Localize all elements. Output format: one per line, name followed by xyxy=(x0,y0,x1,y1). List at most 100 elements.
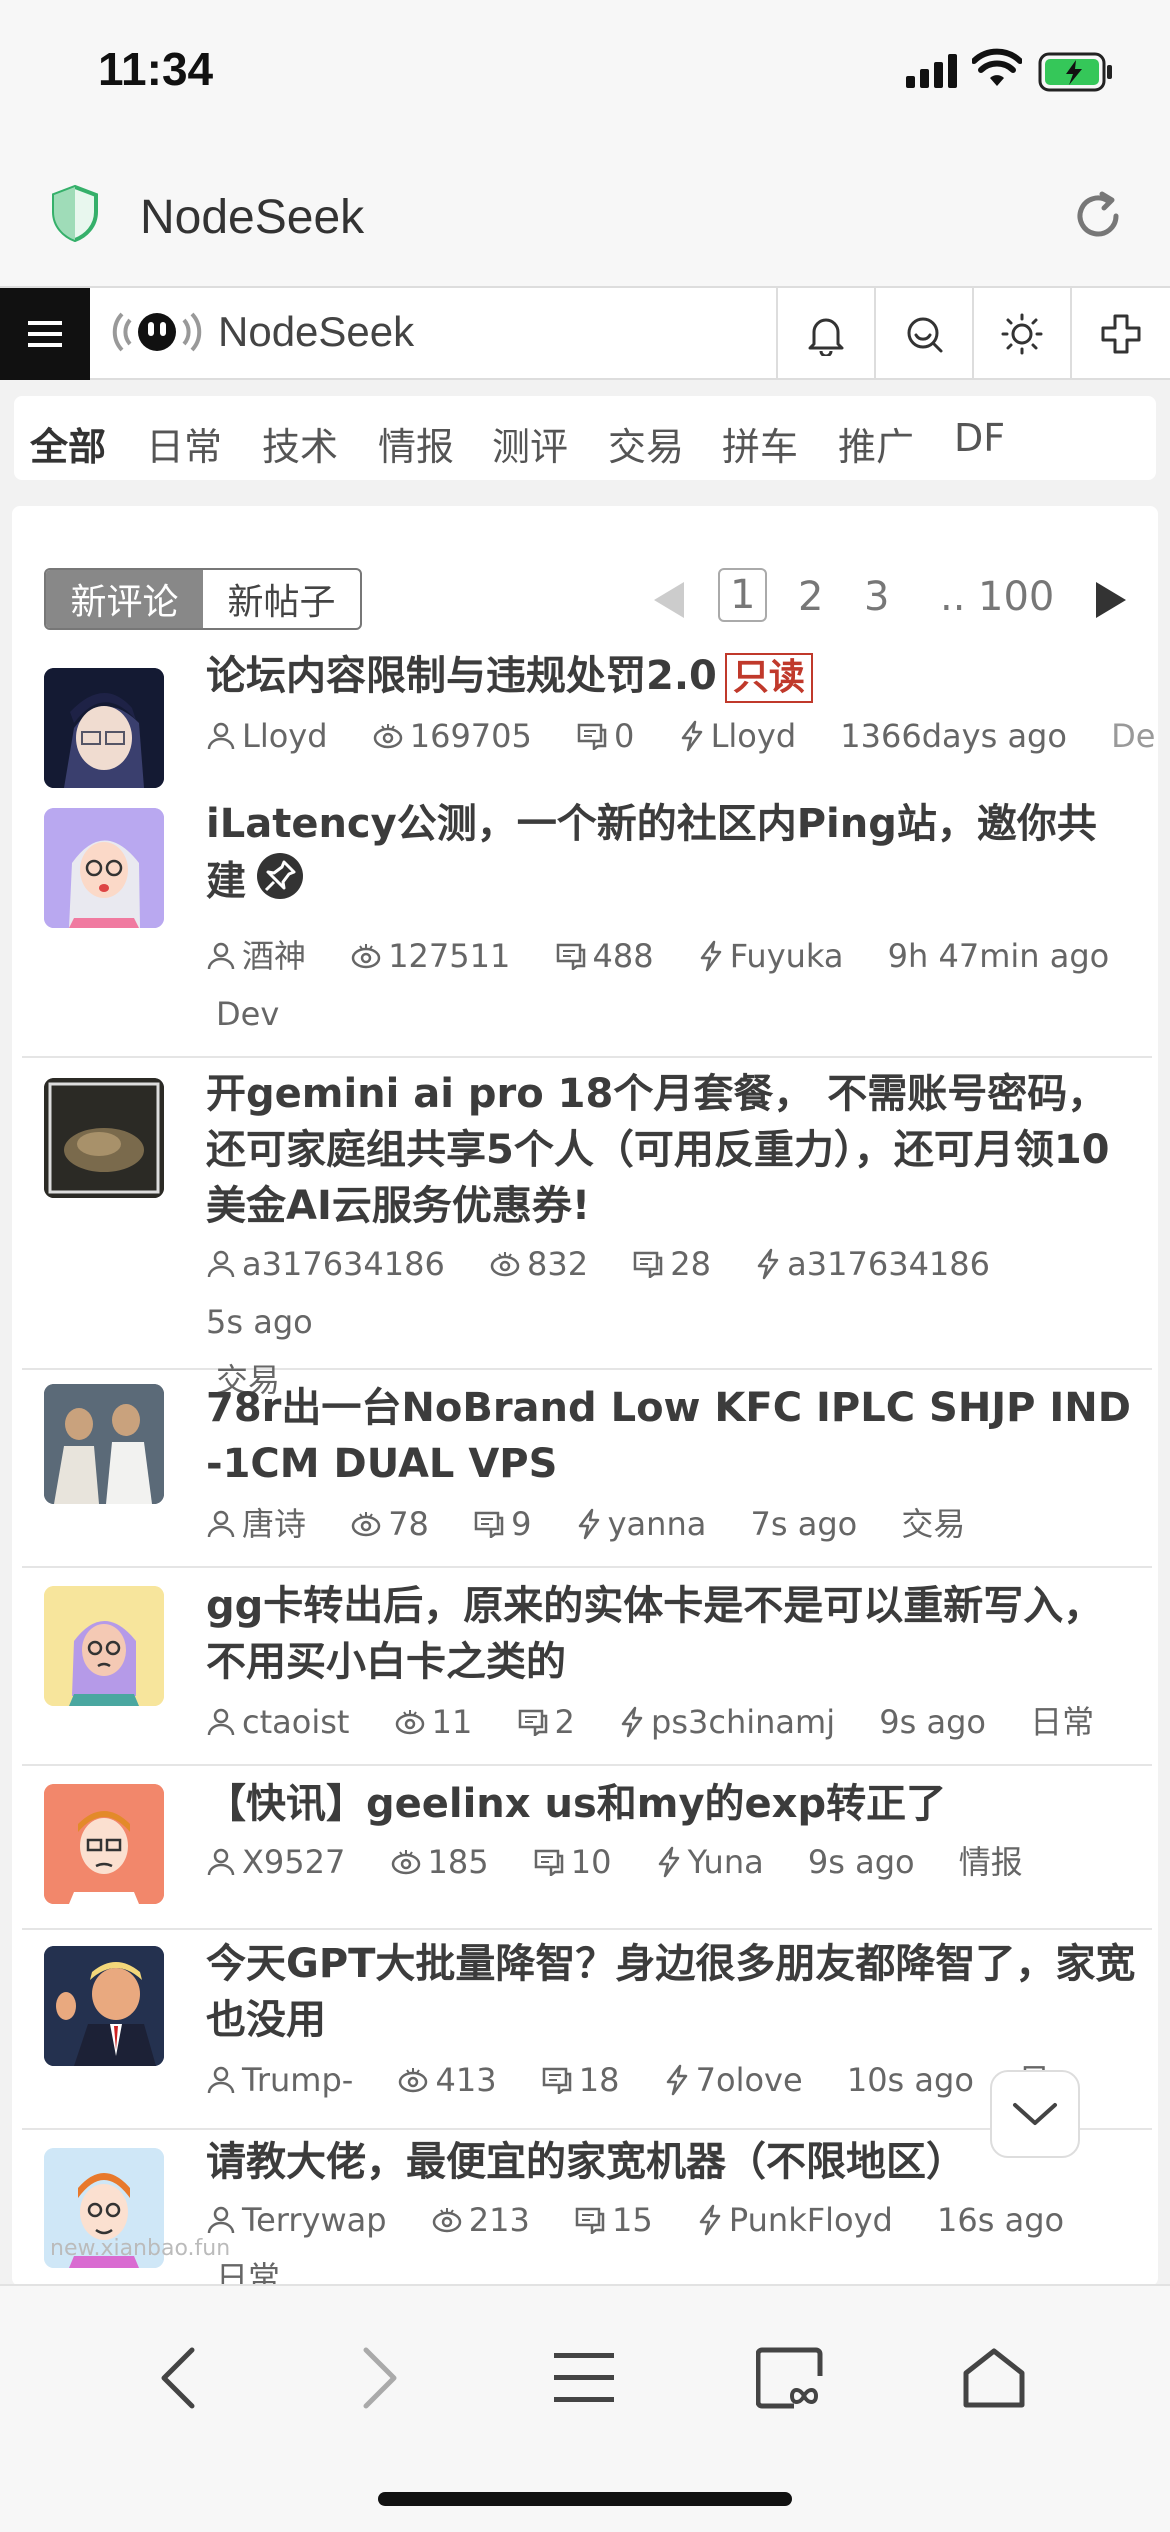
post-category[interactable]: 情报 xyxy=(959,1834,1023,1890)
avatar-photo-icon xyxy=(44,1946,164,2066)
category-daily[interactable]: 日常 xyxy=(146,416,222,471)
category-info[interactable]: 情报 xyxy=(378,416,454,471)
post-last-reply[interactable]: a317634186 xyxy=(787,1236,990,1292)
avatar[interactable] xyxy=(44,1784,164,1904)
bell-icon xyxy=(808,318,844,356)
hamburger-menu-button[interactable] xyxy=(0,288,90,380)
post-category[interactable]: De xyxy=(1111,708,1155,764)
avatar[interactable] xyxy=(44,808,164,928)
avatar-photo-icon xyxy=(44,1384,164,1504)
post-author[interactable]: ctaoist xyxy=(242,1694,349,1750)
post-row[interactable]: 今天GPT大批量降智？身边很多朋友都降智了，家宽也没用 Trump- 413 1… xyxy=(22,1930,1152,2130)
post-author[interactable]: 酒神 xyxy=(242,928,306,984)
pager-next-icon[interactable] xyxy=(1094,580,1128,620)
post-time: 9s ago xyxy=(879,1703,986,1741)
post-author[interactable]: Terrywap xyxy=(242,2192,387,2248)
readonly-badge: 只读 xyxy=(724,653,813,703)
post-title[interactable]: 78r出一台NoBrand Low KFC IPLC SHJP IND -1CM… xyxy=(206,1380,1136,1492)
site-header: NodeSeek xyxy=(0,286,1170,380)
post-row[interactable]: 【快讯】geelinx us和my的exp转正了 X9527 185 10 Yu… xyxy=(22,1766,1152,1930)
avatar-cartoon-icon xyxy=(44,1586,164,1706)
comments-icon xyxy=(556,943,585,972)
post-category[interactable]: 交易 xyxy=(901,1496,965,1552)
sort-tab-new-posts[interactable]: 新帖子 xyxy=(203,570,360,628)
post-row[interactable]: 请教大佬，最便宜的家宽机器（不限地区） Terrywap 213 15 Punk… xyxy=(22,2130,1152,2286)
avatar[interactable] xyxy=(44,1946,164,2066)
category-all[interactable]: 全部 xyxy=(30,416,106,471)
avatar[interactable] xyxy=(44,1078,164,1198)
forward-button[interactable] xyxy=(330,2328,430,2428)
post-last-reply[interactable]: PunkFloyd xyxy=(729,2192,893,2248)
category-promotion[interactable]: 推广 xyxy=(838,416,914,471)
pager-last-page[interactable]: 100 xyxy=(978,574,1054,620)
reload-icon[interactable] xyxy=(1068,186,1128,246)
views-eye-icon xyxy=(399,2068,428,2093)
post-row[interactable]: iLatency公测，一个新的社区内Ping站，邀你共建 酒神 127511 4… xyxy=(22,796,1152,1058)
post-row[interactable]: gg卡转出后，原来的实体卡是不是可以重新写入，不用买小白卡之类的 ctaoist… xyxy=(22,1568,1152,1766)
post-list-panel: 新评论 新帖子 1 2 3 .. 100 论坛内容限制与违规处罚2.0 只读 Ll… xyxy=(12,506,1158,2286)
pager-page-2[interactable]: 2 xyxy=(798,574,823,620)
post-last-reply[interactable]: 7olove xyxy=(696,2052,803,2108)
home-indicator[interactable] xyxy=(378,2492,792,2506)
back-button[interactable] xyxy=(128,2328,228,2428)
tabs-button[interactable] xyxy=(746,2328,846,2428)
post-title[interactable]: 开gemini ai pro 18个月套餐， 不需账号密码，还可家庭组共享5个人… xyxy=(206,1066,1136,1234)
site-logo-text: NodeSeek xyxy=(218,308,415,355)
post-last-reply[interactable]: Yuna xyxy=(688,1834,764,1890)
post-title[interactable]: 【快讯】geelinx us和my的exp转正了 xyxy=(206,1776,1136,1832)
post-author[interactable]: Lloyd xyxy=(242,708,328,764)
scroll-down-button[interactable] xyxy=(990,2070,1080,2158)
post-row[interactable]: 论坛内容限制与违规处罚2.0 只读 Lloyd 169705 0 Lloyd 13… xyxy=(22,648,1155,788)
pager-page-3[interactable]: 3 xyxy=(864,574,889,620)
menu-button[interactable] xyxy=(534,2328,634,2428)
notifications-button[interactable] xyxy=(776,288,874,380)
search-button[interactable] xyxy=(874,288,972,380)
shield-icon[interactable] xyxy=(50,184,100,242)
post-time: 9h 47min ago xyxy=(887,937,1110,975)
post-row[interactable]: 开gemini ai pro 18个月套餐， 不需账号密码，还可家庭组共享5个人… xyxy=(22,1058,1152,1399)
post-title[interactable]: 今天GPT大批量降智？身边很多朋友都降智了，家宽也没用 xyxy=(206,1936,1136,2048)
avatar[interactable] xyxy=(44,1384,164,1504)
home-button[interactable] xyxy=(944,2328,1044,2428)
post-category[interactable]: 日常 xyxy=(1030,1694,1094,1750)
post-author[interactable]: 唐诗 xyxy=(242,1496,306,1552)
avatar[interactable] xyxy=(44,1586,164,1706)
pager-prev-icon[interactable] xyxy=(652,580,686,620)
post-last-reply[interactable]: Lloyd xyxy=(711,708,797,764)
browser-site-name[interactable]: NodeSeek xyxy=(140,190,364,245)
post-last-reply[interactable]: Fuyuka xyxy=(730,928,844,984)
category-review[interactable]: 测评 xyxy=(492,416,568,471)
site-logo[interactable]: NodeSeek xyxy=(112,302,414,362)
lightning-icon xyxy=(621,1706,643,1738)
lightning-icon xyxy=(700,940,722,972)
post-row[interactable]: 78r出一台NoBrand Low KFC IPLC SHJP IND -1CM… xyxy=(22,1370,1152,1568)
pin-icon xyxy=(256,852,304,915)
category-carpool[interactable]: 拼车 xyxy=(722,416,798,471)
post-time: 16s ago xyxy=(937,2201,1065,2239)
sort-tab-new-comments[interactable]: 新评论 xyxy=(46,570,203,628)
home-icon xyxy=(963,2348,1025,2408)
post-last-reply[interactable]: ps3chinamj xyxy=(651,1694,835,1750)
cellular-signal-icon xyxy=(906,54,957,88)
post-last-reply[interactable]: yanna xyxy=(608,1496,707,1552)
post-category[interactable]: Dev xyxy=(216,986,279,1042)
post-title[interactable]: iLatency公测，一个新的社区内Ping站，邀你共建 xyxy=(206,796,1136,915)
theme-toggle-button[interactable] xyxy=(972,288,1070,380)
views-eye-icon xyxy=(373,724,402,749)
post-title[interactable]: 论坛内容限制与违规处罚2.0 只读 xyxy=(206,648,1136,704)
post-meta: 酒神 127511 488 Fuyuka 9h 47min ago Dev xyxy=(206,926,1146,1042)
pager-page-1[interactable]: 1 xyxy=(718,568,768,622)
post-views: 169705 xyxy=(409,717,532,755)
category-df[interactable]: DF xyxy=(954,416,1005,460)
post-author[interactable]: Trump- xyxy=(242,2052,353,2108)
category-trade[interactable]: 交易 xyxy=(608,416,684,471)
avatar[interactable] xyxy=(44,668,164,788)
new-post-button[interactable] xyxy=(1070,288,1170,380)
post-title[interactable]: gg卡转出后，原来的实体卡是不是可以重新写入，不用买小白卡之类的 xyxy=(206,1578,1136,1690)
post-author[interactable]: a317634186 xyxy=(242,1236,445,1292)
views-eye-icon xyxy=(391,1850,420,1875)
category-tech[interactable]: 技术 xyxy=(262,416,338,471)
post-author[interactable]: X9527 xyxy=(242,1834,345,1890)
hamburger-icon xyxy=(28,321,62,347)
post-comments: 9 xyxy=(511,1505,532,1543)
